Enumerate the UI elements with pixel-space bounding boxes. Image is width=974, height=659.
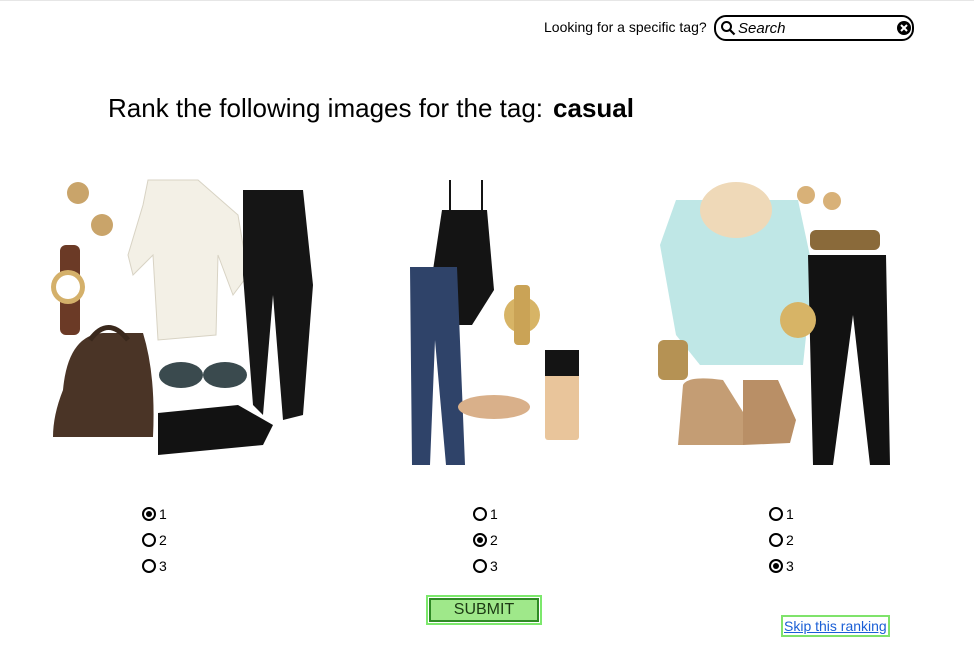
rank-label: 2	[786, 532, 794, 548]
rank-label: 3	[786, 558, 794, 574]
clear-icon[interactable]	[896, 20, 912, 36]
rank-label: 2	[159, 532, 167, 548]
tag-name: casual	[553, 93, 634, 123]
rank-option-3-2[interactable]: 2	[769, 527, 794, 553]
rank-label: 3	[159, 558, 167, 574]
search-label: Looking for a specific tag?	[544, 19, 707, 35]
radio-button[interactable]	[142, 507, 156, 521]
page-title: Rank the following images for the tag: ca…	[108, 93, 634, 124]
rank-option-1-3[interactable]: 3	[142, 553, 167, 579]
rank-group-3: 1 2 3	[769, 501, 794, 579]
radio-button[interactable]	[769, 533, 783, 547]
radio-button[interactable]	[769, 559, 783, 573]
rank-option-2-3[interactable]: 3	[473, 553, 498, 579]
rank-option-1-2[interactable]: 2	[142, 527, 167, 553]
radio-button[interactable]	[473, 507, 487, 521]
search-box[interactable]	[714, 15, 914, 41]
skip-ranking-link[interactable]: Skip this ranking	[781, 615, 890, 637]
rank-label: 3	[490, 558, 498, 574]
rank-label: 1	[490, 506, 498, 522]
rank-label: 1	[786, 506, 794, 522]
outfit-image-1	[48, 175, 328, 467]
radio-button[interactable]	[473, 533, 487, 547]
search-input[interactable]	[738, 18, 888, 38]
outfit-image-2	[402, 175, 587, 470]
outfit-image-3	[648, 175, 893, 470]
radio-button[interactable]	[473, 559, 487, 573]
title-prefix: Rank the following images for the tag:	[108, 93, 544, 123]
rank-option-3-1[interactable]: 1	[769, 501, 794, 527]
rank-group-2: 1 2 3	[473, 501, 498, 579]
rank-label: 2	[490, 532, 498, 548]
radio-button[interactable]	[142, 533, 156, 547]
rank-label: 1	[159, 506, 167, 522]
search-icon	[721, 21, 736, 36]
radio-button[interactable]	[769, 507, 783, 521]
rank-option-2-2[interactable]: 2	[473, 527, 498, 553]
radio-button[interactable]	[142, 559, 156, 573]
rank-option-3-3[interactable]: 3	[769, 553, 794, 579]
top-border	[0, 0, 974, 1]
submit-button[interactable]: SUBMIT	[426, 595, 542, 625]
rank-group-1: 1 2 3	[142, 501, 167, 579]
rank-option-1-1[interactable]: 1	[142, 501, 167, 527]
rank-option-2-1[interactable]: 1	[473, 501, 498, 527]
